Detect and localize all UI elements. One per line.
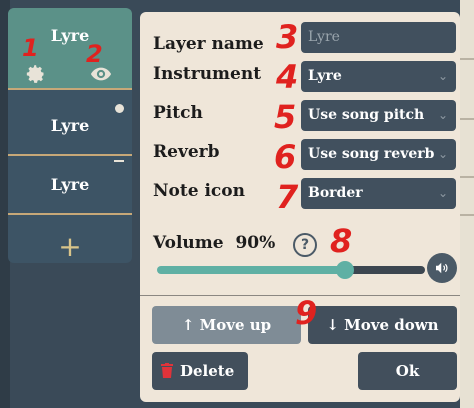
pitch-label: Pitch (153, 103, 203, 123)
volume-percent: 90% (235, 233, 276, 253)
note-icon-label: Note icon (153, 181, 245, 201)
move-up-button[interactable]: ↑ Move up (152, 306, 301, 344)
chevron-down-icon: ⌄ (437, 69, 448, 83)
dot-indicator-icon (115, 104, 124, 113)
annotation-number: 9 (295, 294, 318, 332)
note-icon-select[interactable]: Border ⌄ (301, 178, 456, 209)
chevron-down-icon: ⌄ (437, 186, 448, 200)
delete-button[interactable]: Delete (152, 352, 248, 390)
note-icon-value: Border (308, 185, 363, 201)
help-icon[interactable]: ? (293, 233, 317, 257)
pitch-value: Use song pitch (308, 107, 425, 123)
speaker-icon (436, 262, 448, 274)
volume-slider-track[interactable] (345, 266, 425, 274)
layer-settings-dialog: Layer name Lyre Instrument Lyre ⌄ Pitch … (140, 12, 460, 402)
annotation-number: 3 (276, 18, 299, 56)
ok-button[interactable]: Ok (358, 352, 457, 390)
layer-item-3[interactable]: Lyre (8, 157, 132, 215)
chevron-down-icon: ⌄ (435, 139, 448, 170)
volume-text: Volume (153, 233, 224, 253)
pitch-select[interactable]: Use song pitch ⌄ (301, 100, 456, 131)
layer-item-2[interactable]: Lyre (8, 98, 132, 156)
move-down-button[interactable]: ↓ Move down (308, 306, 457, 344)
layer-label: Lyre (50, 175, 90, 194)
layer-name-label: Layer name (153, 34, 264, 54)
canvas-tick (460, 214, 474, 216)
canvas-tick (460, 58, 474, 60)
instrument-value: Lyre (308, 68, 342, 84)
annotation-number: 1 (22, 34, 39, 62)
instrument-select[interactable]: Lyre ⌄ (301, 61, 456, 92)
annotation-number: 7 (276, 178, 299, 216)
annotation-number: 4 (276, 58, 299, 96)
gear-icon[interactable] (26, 64, 46, 84)
layer-name-input[interactable]: Lyre (301, 22, 456, 53)
canvas-tick (460, 176, 474, 178)
canvas-tick (460, 118, 474, 120)
speaker-button[interactable] (427, 253, 457, 283)
volume-slider-fill[interactable] (157, 266, 345, 274)
reverb-value: Use song reverb (308, 146, 435, 162)
eye-icon[interactable] (90, 66, 112, 82)
reverb-label: Reverb (153, 142, 220, 162)
reverb-select[interactable]: Use song reverb ⌄ (301, 139, 456, 170)
minus-icon (114, 160, 124, 162)
song-canvas-strip (460, 0, 474, 408)
volume-slider-thumb[interactable] (336, 261, 354, 279)
annotation-number: 8 (330, 222, 353, 260)
instrument-label: Instrument (153, 64, 262, 84)
trash-icon (161, 363, 173, 378)
layer-label: Lyre (50, 116, 90, 135)
annotation-number: 5 (274, 98, 297, 136)
add-layer-button[interactable]: + (8, 230, 132, 263)
annotation-number: 6 (274, 138, 297, 176)
chevron-down-icon: ⌄ (437, 108, 448, 122)
delete-label: Delete (180, 362, 235, 380)
volume-label: Volume 90% (153, 233, 275, 253)
annotation-number: 2 (86, 40, 103, 68)
